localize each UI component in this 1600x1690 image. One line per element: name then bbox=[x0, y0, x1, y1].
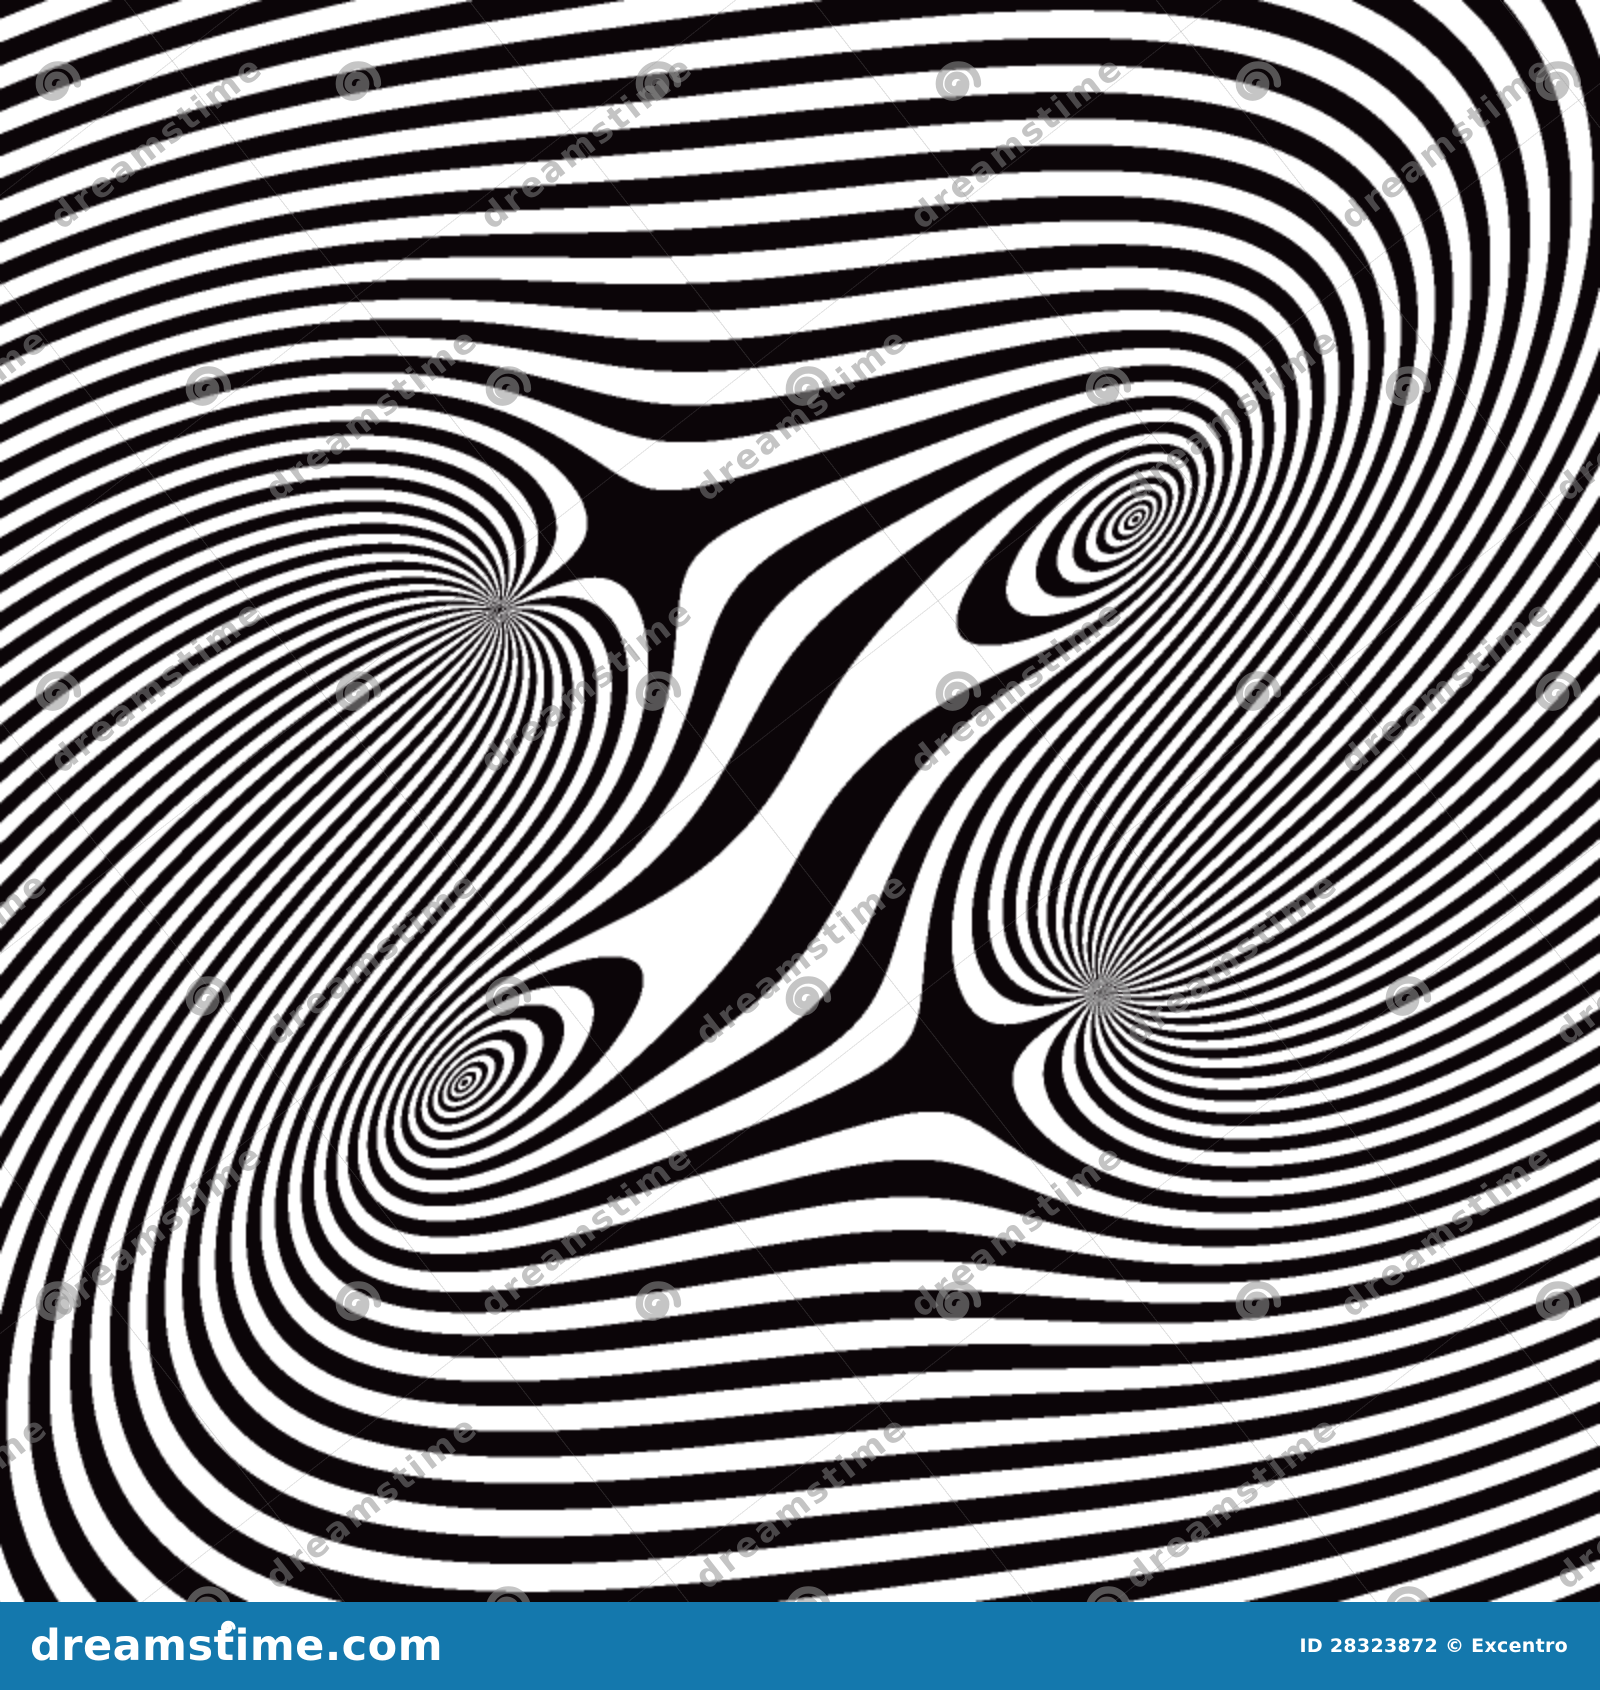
footer-bar: dreamstime.com ID 28323872 © Excentro bbox=[0, 1602, 1600, 1690]
op-art-image: dreamstime dreamstime dreamstime dreamstime… bbox=[0, 0, 1600, 1602]
swirl-icon bbox=[222, 1622, 235, 1633]
image-id-credit: ID 28323872 © Excentro bbox=[1299, 1635, 1568, 1657]
stock-image-preview: dreamstime dreamstime dreamstime dreamstime… bbox=[0, 0, 1600, 1690]
op-art-canvas bbox=[0, 0, 1600, 1602]
dreamstime-logo: dreamstime.com bbox=[0, 1602, 443, 1690]
